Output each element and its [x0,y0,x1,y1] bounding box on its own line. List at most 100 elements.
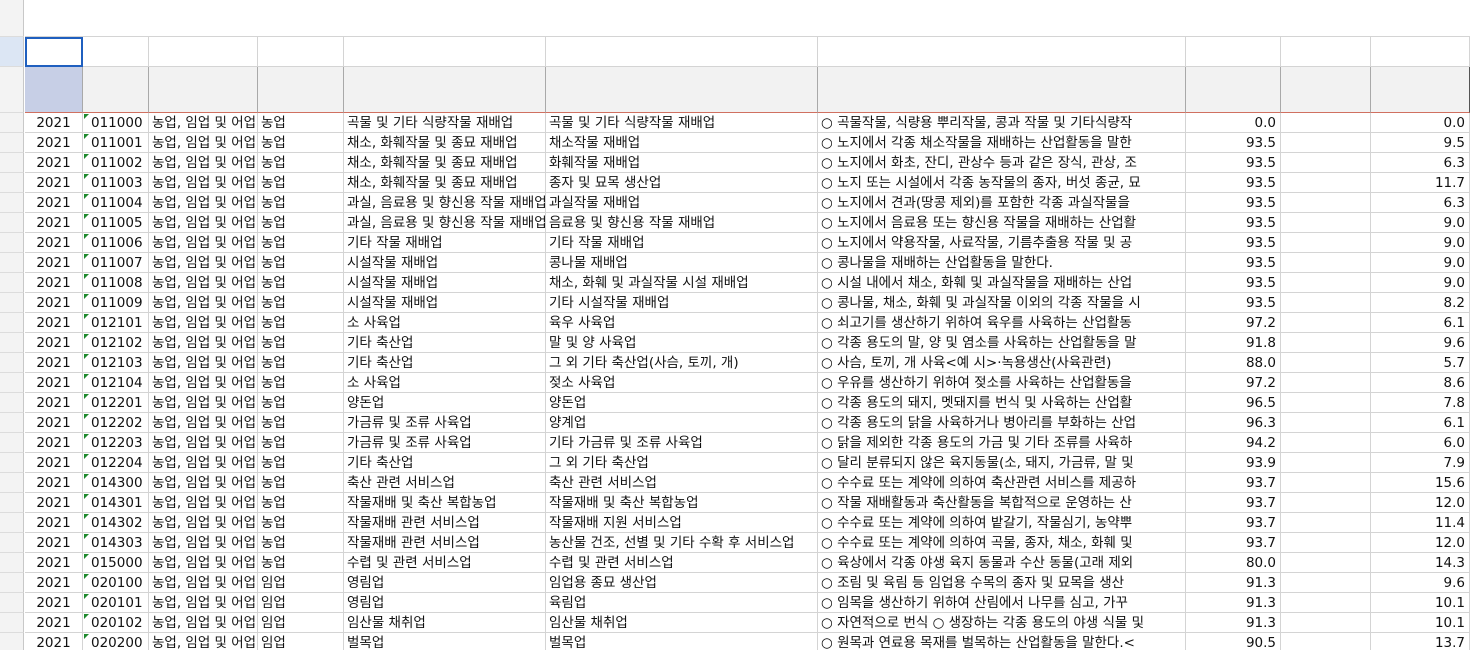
table-cell[interactable]: ○ 닭을 제외한 각종 용도의 가금 및 기타 조류를 사육하 [818,433,1186,453]
table-cell[interactable]: 과실, 음료용 및 향신용 작물 재배업 [344,213,546,233]
table-cell[interactable]: ○ 콩나물, 채소, 화훼 및 과실작물 이외의 각종 작물을 시 [818,293,1186,313]
table-cell[interactable]: 농업 [258,273,344,293]
table-cell[interactable]: 축산 관련 서비스업 [344,473,546,493]
table-cell[interactable]: 기타 작물 재배업 [344,233,546,253]
table-cell[interactable]: 2021 [25,633,83,650]
table-cell[interactable]: 11.4 [1371,513,1470,533]
row-header[interactable] [0,293,24,313]
row-header[interactable] [0,37,24,67]
sheet-title[interactable] [25,0,1470,37]
empty-cell[interactable] [149,37,258,67]
table-cell[interactable]: 11.7 [1371,173,1470,193]
table-cell[interactable]: 012204 [83,453,149,473]
table-cell[interactable]: 020102 [83,613,149,633]
table-cell[interactable]: 채소, 화훼 및 과실작물 시설 재배업 [546,273,818,293]
table-cell[interactable] [1281,613,1371,633]
table-cell[interactable]: ○ 육상에서 각종 야생 육지 동물과 수산 동물(고래 제외 [818,553,1186,573]
table-cell[interactable]: 014300 [83,473,149,493]
table-cell[interactable]: 농업, 임업 및 어업 [149,473,258,493]
table-cell[interactable]: 012103 [83,353,149,373]
table-cell[interactable]: 기타 축산업 [344,333,546,353]
table-cell[interactable]: 93.7 [1186,513,1281,533]
table-cell[interactable]: 9.0 [1371,253,1470,273]
table-cell[interactable]: 011006 [83,233,149,253]
table-cell[interactable]: 작물재배 및 축산 복합농업 [344,493,546,513]
table-cell[interactable]: 2021 [25,113,83,133]
table-cell[interactable] [1281,153,1371,173]
table-cell[interactable]: ○ 노지에서 견과(땅콩 제외)를 포함한 각종 과실작물을 [818,193,1186,213]
table-cell[interactable]: 020101 [83,593,149,613]
table-cell[interactable]: 2021 [25,493,83,513]
table-cell[interactable]: 농업 [258,453,344,473]
table-cell[interactable]: ○ 곡물작물, 식량용 뿌리작물, 콩과 작물 및 기타식량작 [818,113,1186,133]
row-header[interactable] [0,153,24,173]
table-cell[interactable]: 농업, 임업 및 어업 [149,493,258,513]
table-cell[interactable]: 014303 [83,533,149,553]
table-cell[interactable]: 2021 [25,173,83,193]
table-cell[interactable]: 6.0 [1371,433,1470,453]
table-cell[interactable]: ○ 각종 용도의 닭을 사육하거나 병아리를 부화하는 산업 [818,413,1186,433]
table-cell[interactable]: 그 외 기타 축산업(사슴, 토끼, 개) [546,353,818,373]
row-header[interactable] [0,593,24,613]
header-year[interactable] [25,67,83,113]
header-detail-category[interactable] [546,67,818,113]
table-cell[interactable] [1281,353,1371,373]
table-cell[interactable]: 90.5 [1186,633,1281,650]
table-cell[interactable]: ○ 콩나물을 재배하는 산업활동을 말한다. [818,253,1186,273]
table-cell[interactable] [1281,213,1371,233]
table-cell[interactable]: 농업 [258,253,344,273]
table-cell[interactable]: 양돈업 [546,393,818,413]
table-cell[interactable]: ○ 시설 내에서 채소, 화훼 및 과실작물을 재배하는 산업 [818,273,1186,293]
table-cell[interactable]: 벌목업 [344,633,546,650]
table-cell[interactable]: 15.6 [1371,473,1470,493]
table-cell[interactable]: 채소작물 재배업 [546,133,818,153]
table-cell[interactable]: 임산물 채취업 [546,613,818,633]
table-cell[interactable]: 농업 [258,153,344,173]
row-header[interactable] [0,313,24,333]
table-cell[interactable]: 9.0 [1371,213,1470,233]
table-cell[interactable]: 014301 [83,493,149,513]
table-cell[interactable]: 011005 [83,213,149,233]
table-cell[interactable]: 농업, 임업 및 어업 [149,393,258,413]
table-cell[interactable]: 농업 [258,293,344,313]
table-cell[interactable]: 농업, 임업 및 어업 [149,373,258,393]
table-cell[interactable]: 농업, 임업 및 어업 [149,573,258,593]
header-scope-criteria[interactable] [818,67,1186,113]
row-header[interactable] [0,67,24,113]
table-cell[interactable]: 임업 [258,593,344,613]
table-cell[interactable]: 농업, 임업 및 어업 [149,313,258,333]
table-cell[interactable]: 농업, 임업 및 어업 [149,353,258,373]
table-cell[interactable]: ○ 조림 및 육림 등 임업용 수목의 종자 및 묘목을 생산 [818,573,1186,593]
table-cell[interactable]: 10.1 [1371,613,1470,633]
table-cell[interactable]: 8.2 [1371,293,1470,313]
table-cell[interactable]: 작물재배 지원 서비스업 [546,513,818,533]
table-cell[interactable]: 농업, 임업 및 어업 [149,513,258,533]
header-major-category[interactable] [149,67,258,113]
table-cell[interactable]: 농업 [258,413,344,433]
table-cell[interactable]: 농업, 임업 및 어업 [149,273,258,293]
table-cell[interactable]: 영림업 [344,573,546,593]
table-cell[interactable]: 채소, 화훼작물 및 종묘 재배업 [344,133,546,153]
table-cell[interactable]: 6.1 [1371,313,1470,333]
table-cell[interactable]: 2021 [25,593,83,613]
table-cell[interactable]: 작물재배 관련 서비스업 [344,533,546,553]
table-cell[interactable]: 9.0 [1371,233,1470,253]
table-cell[interactable]: 011004 [83,193,149,213]
table-cell[interactable]: 96.3 [1186,413,1281,433]
row-header[interactable] [0,273,24,293]
table-cell[interactable]: 2021 [25,313,83,333]
table-cell[interactable]: 농업, 임업 및 어업 [149,193,258,213]
table-cell[interactable] [1281,233,1371,253]
table-cell[interactable]: 88.0 [1186,353,1281,373]
table-cell[interactable]: 농업 [258,513,344,533]
table-cell[interactable]: 농업, 임업 및 어업 [149,173,258,193]
table-cell[interactable]: 양계업 [546,413,818,433]
empty-cell[interactable] [1186,37,1281,67]
empty-cell[interactable] [1281,37,1371,67]
table-cell[interactable] [1281,293,1371,313]
table-cell[interactable]: 2021 [25,373,83,393]
selected-cell[interactable] [25,37,83,67]
table-cell[interactable] [1281,593,1371,613]
table-cell[interactable]: 2021 [25,393,83,413]
table-cell[interactable]: 011009 [83,293,149,313]
